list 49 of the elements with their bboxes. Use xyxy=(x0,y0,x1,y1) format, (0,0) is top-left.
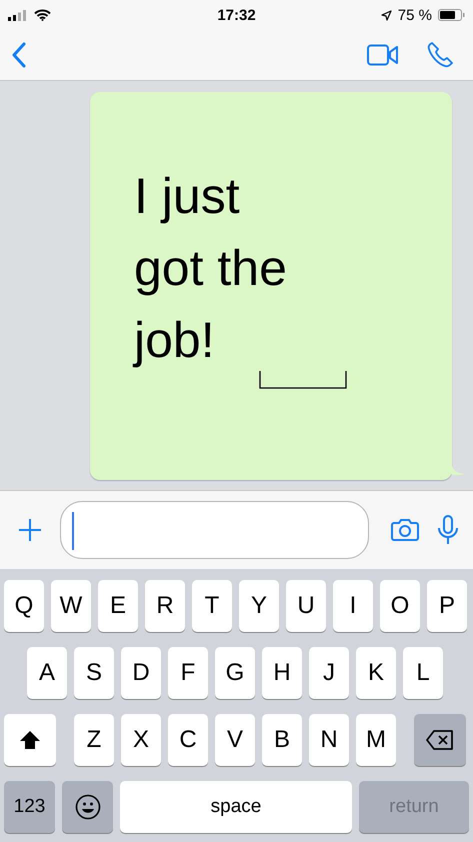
letter-key[interactable]: W xyxy=(51,580,91,632)
letter-key[interactable]: F xyxy=(168,647,208,699)
letter-key[interactable]: Z xyxy=(74,714,114,766)
letter-key[interactable]: B xyxy=(262,714,302,766)
message-input[interactable] xyxy=(60,501,369,559)
shift-icon xyxy=(19,730,41,750)
delete-key[interactable] xyxy=(414,714,466,766)
letter-key[interactable]: J xyxy=(309,647,349,699)
letter-key[interactable]: X xyxy=(121,714,161,766)
location-icon xyxy=(380,10,392,20)
letter-key[interactable]: A xyxy=(27,647,67,699)
backspace-icon xyxy=(426,730,454,750)
emoji-key[interactable] xyxy=(62,781,113,833)
letter-key[interactable]: O xyxy=(380,580,420,632)
letter-key[interactable]: P xyxy=(427,580,467,632)
letter-key[interactable]: T xyxy=(192,580,232,632)
letter-key[interactable]: D xyxy=(121,647,161,699)
battery-icon xyxy=(438,9,465,21)
letter-key[interactable]: I xyxy=(333,580,373,632)
smiley-icon xyxy=(74,794,100,820)
letter-key[interactable]: N xyxy=(309,714,349,766)
letter-key[interactable]: Q xyxy=(4,580,44,632)
letter-key[interactable]: U xyxy=(286,580,326,632)
signal-icon xyxy=(8,10,28,20)
space-bar[interactable]: space xyxy=(120,781,352,833)
letter-key[interactable]: M xyxy=(356,714,396,766)
message-text: I just got the job! xyxy=(134,167,288,370)
back-icon[interactable] xyxy=(12,42,26,68)
status-time: 17:32 xyxy=(216,6,257,24)
letter-key[interactable]: R xyxy=(145,580,185,632)
microphone-icon[interactable] xyxy=(437,515,459,545)
battery-percent: 75 % xyxy=(398,6,432,24)
bracket-icon xyxy=(259,371,347,389)
wifi-icon xyxy=(34,9,51,21)
phone-icon[interactable] xyxy=(427,41,455,69)
letter-key[interactable]: V xyxy=(215,714,255,766)
plus-icon[interactable] xyxy=(18,518,42,542)
letter-key[interactable]: L xyxy=(403,647,443,699)
letter-key[interactable]: G xyxy=(215,647,255,699)
video-call-icon[interactable] xyxy=(367,44,399,66)
shift-key[interactable] xyxy=(4,714,56,766)
letter-key[interactable]: S xyxy=(74,647,114,699)
numbers-key[interactable]: 123 xyxy=(4,781,55,833)
camera-icon[interactable] xyxy=(391,518,419,542)
letter-key[interactable]: C xyxy=(168,714,208,766)
letter-key[interactable]: Y xyxy=(239,580,279,632)
letter-key[interactable]: K xyxy=(356,647,396,699)
letter-key[interactable]: H xyxy=(262,647,302,699)
letter-key[interactable]: E xyxy=(98,580,138,632)
